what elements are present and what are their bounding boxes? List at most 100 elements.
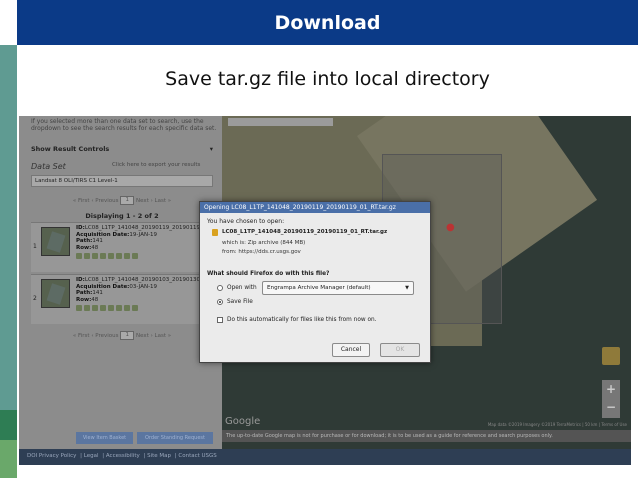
exclude-icon[interactable]	[132, 305, 138, 311]
result-thumbnail[interactable]	[41, 279, 70, 308]
pager-next[interactable]: Next ›	[136, 333, 153, 339]
pager-first[interactable]: « First	[73, 198, 90, 204]
open-with-label[interactable]: Open with	[227, 285, 257, 291]
slide-title: Download	[274, 11, 381, 34]
search-results-panel: If you selected more than one data set t…	[19, 116, 222, 449]
pager-first[interactable]: « First	[73, 333, 90, 339]
pager-page-select[interactable]: 1	[120, 331, 135, 340]
dialog-filename: LC08_L1TP_141048_20190119_20190119_01_RT…	[222, 229, 388, 235]
data-set-select[interactable]: Landsat 8 OLI/TIRS C1 Level-1	[31, 175, 213, 187]
metadata-icon[interactable]	[92, 305, 98, 311]
data-set-label: Data Set	[31, 162, 66, 171]
view-item-basket-button[interactable]: View Item Basket	[76, 432, 133, 444]
result-path: 141	[92, 290, 103, 297]
zoom-out-button[interactable]: −	[602, 398, 620, 416]
dialog-chosen-text: You have chosen to open:	[207, 218, 285, 225]
left-accent-bar	[0, 45, 17, 478]
result-date: 19-JAN-19	[129, 231, 158, 238]
cart-icon[interactable]	[124, 305, 130, 311]
footer-link[interactable]: DOI Privacy Policy	[27, 453, 76, 459]
result-metadata: ID:LC08_L1TP_141048_20190119_20190119_01…	[76, 225, 219, 251]
browser-screenshot: If you selected more than one data set t…	[19, 116, 631, 465]
result-tools	[76, 305, 138, 311]
row-label: Row:	[76, 296, 92, 303]
footer-link[interactable]: Accessibility	[106, 453, 140, 459]
archive-file-icon	[212, 229, 218, 236]
displaying-count: Displaying 1 - 2 of 2	[85, 212, 159, 220]
auto-checkbox[interactable]	[217, 317, 223, 323]
id-label: ID:	[76, 277, 85, 283]
accent-segment	[0, 45, 17, 410]
chevron-down-icon: ▼	[405, 285, 409, 291]
row-label: Row:	[76, 244, 92, 251]
acq-label: Acquisition Date:	[76, 283, 130, 290]
show-result-controls[interactable]: Show Result Controls ▾	[31, 145, 213, 157]
slide-subtitle: Save tar.gz file into local directory	[165, 68, 490, 90]
dialog-file-source: from: https://dds.cr.usgs.gov	[222, 249, 301, 255]
file-download-dialog: Opening LC08_L1TP_141048_20190119_201901…	[199, 201, 431, 363]
download-icon[interactable]	[100, 253, 106, 259]
pager-bottom: « First ‹ Previous 1 Next › Last »	[31, 331, 213, 340]
ok-button[interactable]: OK	[380, 343, 420, 357]
panel-hint: If you selected more than one data set t…	[31, 118, 217, 132]
footer-link[interactable]: Legal	[84, 453, 99, 459]
open-with-app-select[interactable]: Engrampa Archive Manager (default) ▼	[262, 281, 414, 295]
dialog-file-type: which is: Zip archive (844 MB)	[222, 240, 306, 246]
footer-link[interactable]: Site Map	[147, 453, 171, 459]
pager-page-select[interactable]: 1	[120, 196, 135, 205]
auto-checkbox-label[interactable]: Do this automatically for files like thi…	[227, 317, 377, 323]
pager-previous[interactable]: ‹ Previous	[91, 333, 118, 339]
footer-link[interactable]: Contact USGS	[178, 453, 216, 459]
result-row: 48	[91, 296, 99, 303]
map-search-box[interactable]	[228, 118, 333, 126]
metadata-icon[interactable]	[92, 253, 98, 259]
pager-top: « First ‹ Previous 1 Next › Last »	[31, 196, 213, 205]
footprint-icon[interactable]	[76, 253, 82, 259]
street-view-pegman-icon[interactable]	[602, 347, 620, 365]
result-number: 1	[33, 243, 37, 250]
pager-next[interactable]: Next ›	[136, 198, 153, 204]
footprint-icon[interactable]	[76, 305, 82, 311]
bulk-icon[interactable]	[108, 305, 114, 311]
open-with-app-value: Engrampa Archive Manager (default)	[267, 285, 371, 291]
open-with-radio[interactable]	[217, 285, 223, 291]
export-results-link[interactable]: Click here to export your results	[112, 162, 200, 168]
order-icon[interactable]	[116, 305, 122, 311]
map-notice: The up-to-date Google map is not for pur…	[222, 430, 631, 442]
accent-segment	[0, 410, 17, 440]
browse-icon[interactable]	[84, 305, 90, 311]
bulk-icon[interactable]	[108, 253, 114, 259]
acq-label: Acquisition Date:	[76, 231, 130, 238]
dialog-titlebar[interactable]: Opening LC08_L1TP_141048_20190119_201901…	[200, 202, 430, 213]
path-label: Path:	[76, 290, 93, 297]
order-icon[interactable]	[116, 253, 122, 259]
save-file-label[interactable]: Save File	[227, 299, 253, 305]
result-thumbnail[interactable]	[41, 227, 70, 256]
cancel-button[interactable]: Cancel	[332, 343, 370, 357]
cart-icon[interactable]	[124, 253, 130, 259]
map-attribution[interactable]: Map data ©2019 Imagery ©2019 TerraMetric…	[488, 422, 627, 427]
result-tools	[76, 253, 138, 259]
download-icon[interactable]	[100, 305, 106, 311]
exclude-icon[interactable]	[132, 253, 138, 259]
google-logo: Google	[225, 416, 261, 427]
save-file-radio[interactable]	[217, 299, 223, 305]
zoom-in-button[interactable]: +	[602, 380, 620, 398]
result-metadata: ID:LC08_L1TP_141048_20190103_20190130_01…	[76, 277, 219, 303]
map-pin-icon[interactable]: ●	[446, 222, 455, 233]
chevron-down-icon: ▾	[209, 145, 213, 153]
slide-header: Download	[17, 0, 638, 45]
result-number: 2	[33, 295, 37, 302]
pager-last[interactable]: Last »	[155, 198, 172, 204]
result-date: 03-JAN-19	[129, 283, 158, 290]
result-item: 1 ID:LC08_L1TP_141048_20190119_20190119_…	[31, 222, 219, 272]
page-footer: DOI Privacy Policy | Legal | Accessibili…	[19, 449, 631, 465]
show-result-controls-label: Show Result Controls	[31, 145, 110, 153]
dialog-question: What should Firefox do with this file?	[207, 271, 330, 277]
pager-previous[interactable]: ‹ Previous	[91, 198, 118, 204]
browse-icon[interactable]	[84, 253, 90, 259]
pager-last[interactable]: Last »	[155, 333, 172, 339]
order-standing-request-button[interactable]: Order Standing Request	[137, 432, 213, 444]
result-item: 2 ID:LC08_L1TP_141048_20190103_20190130_…	[31, 274, 219, 324]
accent-segment	[0, 440, 17, 478]
